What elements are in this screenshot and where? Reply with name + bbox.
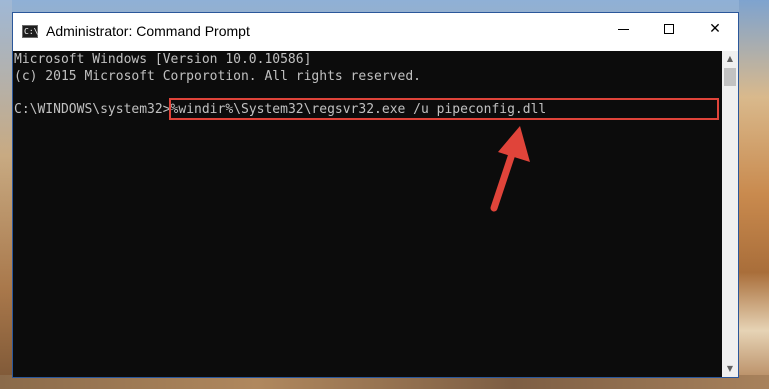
command-prompt-icon[interactable]: C:\	[22, 25, 38, 38]
vertical-scrollbar[interactable]: ▲ ▼	[722, 51, 738, 377]
scroll-down-arrow-icon[interactable]: ▼	[722, 361, 738, 377]
close-button[interactable]: ✕	[692, 13, 738, 45]
minimize-icon	[617, 28, 629, 30]
window-title: Administrator: Command Prompt	[46, 23, 250, 39]
command-highlight-box	[169, 98, 719, 120]
scroll-thumb[interactable]	[724, 68, 736, 86]
console-output[interactable]: Microsoft Windows [Version 10.0.10586] (…	[13, 51, 722, 377]
title-bar[interactable]: C:\ Administrator: Command Prompt ✕	[13, 13, 738, 51]
desktop-wallpaper-right	[739, 0, 769, 389]
maximize-icon	[664, 24, 674, 34]
console-prompt: C:\WINDOWS\system32>	[14, 102, 171, 117]
minimize-button[interactable]	[600, 13, 646, 45]
desktop-wallpaper-left	[0, 0, 12, 389]
command-prompt-icon-glyph: C:\	[24, 27, 39, 36]
maximize-button[interactable]	[646, 13, 692, 45]
scroll-up-arrow-icon[interactable]: ▲	[722, 51, 738, 67]
console-line-copyright: (c) 2015 Microsoft Corporotion. All righ…	[14, 69, 421, 84]
console-line-version: Microsoft Windows [Version 10.0.10586]	[14, 52, 312, 67]
annotation-arrow-icon	[490, 126, 530, 212]
command-prompt-window: C:\ Administrator: Command Prompt ✕ Micr…	[12, 12, 739, 378]
close-icon: ✕	[709, 21, 721, 37]
